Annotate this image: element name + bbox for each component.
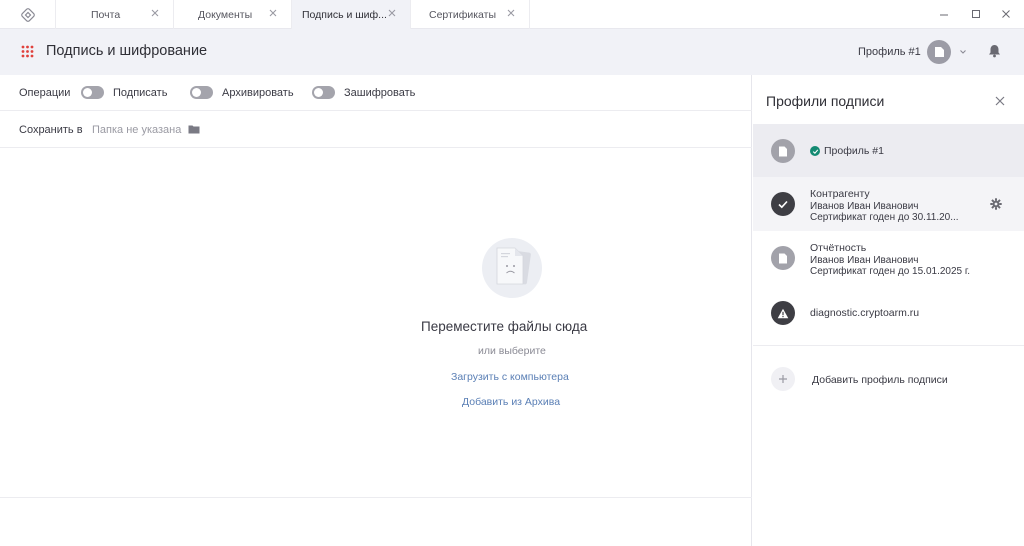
close-icon[interactable] (387, 8, 397, 18)
tab-certificates[interactable]: Сертификаты (411, 0, 530, 29)
document-icon (779, 146, 787, 156)
save-folder-value[interactable]: Папка не указана (92, 124, 181, 136)
tab-mail[interactable]: Почта (56, 0, 174, 29)
tab-label: Подпись и шиф... (302, 9, 387, 21)
profile-item-diagnostic[interactable]: diagnostic.cryptoarm.ru (753, 286, 1024, 340)
window-close-icon[interactable] (998, 6, 1014, 22)
maximize-icon[interactable] (968, 6, 984, 22)
profile-item-profile-1[interactable]: Профиль #1 (753, 124, 1024, 177)
profile-name: Профиль #1 (824, 145, 884, 157)
warning-icon (777, 308, 789, 318)
document-icon (779, 253, 787, 263)
profile-cert-validity: Сертификат годен до 30.11.20... (810, 212, 959, 223)
minimize-icon[interactable] (936, 6, 952, 22)
tab-label: Документы (198, 9, 253, 21)
add-profile-button[interactable] (771, 367, 795, 391)
page-header: Подпись и шифрование Профиль #1 (0, 29, 1024, 75)
divider (753, 345, 1024, 346)
page-title: Подпись и шифрование (46, 43, 208, 59)
save-location-label: Сохранить в (19, 124, 83, 136)
checkmark-icon (778, 200, 788, 208)
profile-owner: Иванов Иван Иванович (810, 255, 919, 266)
tab-sign-encrypt[interactable]: Подпись и шиф... (292, 0, 411, 29)
close-icon[interactable] (150, 8, 160, 18)
profile-item-counterparty[interactable]: Контрагенту Иванов Иван Иванович Сертифи… (753, 177, 1024, 231)
profile-owner: Иванов Иван Иванович (810, 201, 919, 212)
profile-name: Отчётность (810, 242, 867, 254)
profile-item-reporting[interactable]: Отчётность Иванов Иван Иванович Сертифик… (753, 231, 1024, 286)
sad-document-icon (496, 247, 531, 285)
operations-row: Операции Подписать Архивировать Зашифров… (0, 75, 752, 111)
profile-avatar (771, 139, 795, 163)
profile-avatar (771, 246, 795, 270)
tab-documents[interactable]: Документы (174, 0, 292, 29)
archive-toggle-label[interactable]: Архивировать (222, 87, 294, 99)
save-location-row: Сохранить в Папка не указана (0, 111, 752, 148)
title-bar: Почта Документы Подпись и шиф... Сертифи… (0, 0, 1024, 29)
sign-toggle-label[interactable]: Подписать (113, 87, 167, 99)
plus-icon (779, 375, 787, 383)
empty-files-illustration (482, 238, 542, 298)
bell-icon[interactable] (988, 44, 1001, 58)
apps-grid-icon[interactable] (21, 45, 34, 58)
divider (0, 497, 752, 498)
document-icon (934, 47, 944, 57)
profile-name: Контрагенту (810, 188, 870, 200)
app-logo-icon[interactable] (0, 0, 56, 29)
gear-icon[interactable] (990, 198, 1002, 210)
profile-avatar (771, 301, 795, 325)
folder-icon[interactable] (188, 124, 200, 134)
sign-toggle[interactable] (81, 86, 104, 99)
tab-label: Почта (91, 9, 121, 21)
encrypt-toggle-label[interactable]: Зашифровать (344, 87, 415, 99)
chevron-down-icon[interactable] (959, 49, 967, 55)
panel-title: Профили подписи (766, 93, 885, 109)
close-icon[interactable] (995, 96, 1005, 106)
signature-profiles-panel: Профили подписи Профиль #1 Контрагенту И… (753, 75, 1024, 546)
profile-avatar (771, 192, 795, 216)
tab-label: Сертификаты (429, 9, 496, 21)
main-area: Операции Подписать Архивировать Зашифров… (0, 75, 752, 546)
close-icon[interactable] (506, 8, 516, 18)
profile-cert-validity: Сертификат годен до 15.01.2025 г. (810, 266, 971, 277)
current-profile-name[interactable]: Профиль #1 (858, 46, 921, 58)
active-check-icon (810, 146, 820, 156)
add-profile-label[interactable]: Добавить профиль подписи (812, 374, 948, 386)
profile-avatar[interactable] (927, 40, 951, 64)
archive-toggle[interactable] (190, 86, 213, 99)
encrypt-toggle[interactable] (312, 86, 335, 99)
operations-label: Операции (19, 87, 71, 99)
profile-name: diagnostic.cryptoarm.ru (810, 307, 920, 319)
close-icon[interactable] (268, 8, 278, 18)
